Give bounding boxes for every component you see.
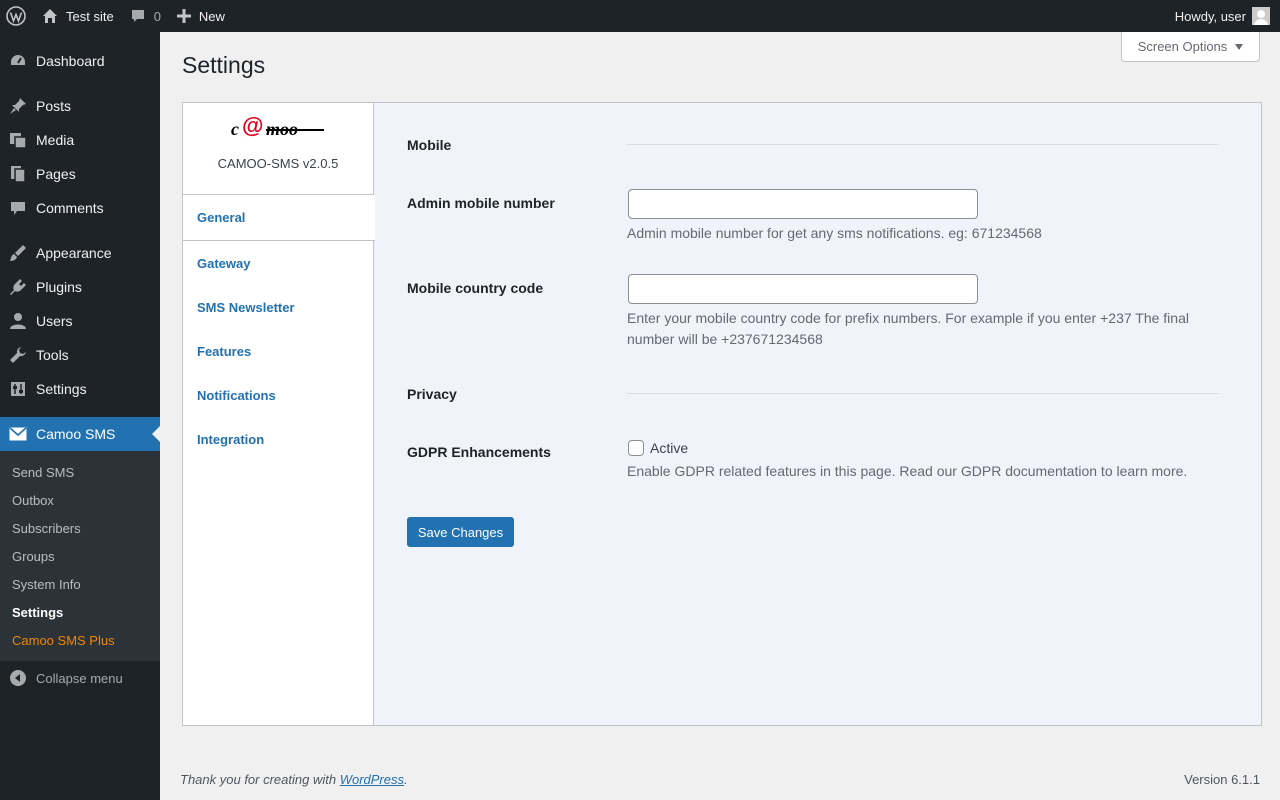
submenu-send-sms[interactable]: Send SMS bbox=[0, 458, 160, 486]
admin-mobile-description: Admin mobile number for get any sms noti… bbox=[627, 225, 1042, 241]
caret-down-icon bbox=[1235, 43, 1244, 50]
svg-text:c: c bbox=[231, 119, 239, 139]
sidebar-item-label: Tools bbox=[36, 347, 69, 363]
envelope-icon bbox=[0, 427, 36, 441]
footer-thanks: Thank you for creating with WordPress. bbox=[180, 772, 408, 787]
section-heading-privacy: Privacy bbox=[407, 386, 457, 402]
submenu-groups[interactable]: Groups bbox=[0, 542, 160, 570]
admin-sidebar: Dashboard Posts Media Pages Comments App… bbox=[0, 32, 160, 800]
section-divider bbox=[627, 393, 1219, 394]
new-label: New bbox=[198, 8, 225, 24]
submenu-system-info[interactable]: System Info bbox=[0, 570, 160, 598]
section-heading-mobile: Mobile bbox=[407, 137, 452, 153]
sidebar-item-plugins[interactable]: Plugins bbox=[0, 270, 160, 304]
tab-integration[interactable]: Integration bbox=[183, 417, 373, 461]
plugin-version: CAMOO-SMS v2.0.5 bbox=[217, 156, 339, 171]
submenu-subscribers[interactable]: Subscribers bbox=[0, 514, 160, 542]
plugin-branding: c @ moo CAMOO-SMS v2.0.5 bbox=[183, 103, 373, 195]
page-title: Settings bbox=[182, 52, 266, 78]
admin-mobile-label: Admin mobile number bbox=[407, 195, 555, 211]
screen-options-button[interactable]: Screen Options bbox=[1121, 32, 1260, 62]
country-code-description: Enter your mobile country code for prefi… bbox=[627, 310, 1189, 347]
settings-icon bbox=[0, 380, 36, 398]
section-divider bbox=[627, 144, 1219, 145]
sidebar-item-posts[interactable]: Posts bbox=[0, 89, 160, 123]
sidebar-item-label: Media bbox=[36, 132, 75, 148]
admin-mobile-input[interactable] bbox=[628, 189, 978, 219]
country-code-label: Mobile country code bbox=[407, 280, 544, 296]
tab-gateway[interactable]: Gateway bbox=[183, 241, 373, 285]
sidebar-item-label: Plugins bbox=[36, 279, 82, 295]
sidebar-item-users[interactable]: Users bbox=[0, 304, 160, 338]
sidebar-item-label: Posts bbox=[36, 98, 72, 114]
site-name: Test site bbox=[66, 8, 114, 24]
comment-icon bbox=[130, 8, 146, 24]
save-changes-button[interactable]: Save Changes bbox=[407, 517, 514, 547]
tab-features[interactable]: Features bbox=[183, 329, 373, 373]
svg-text:@: @ bbox=[242, 117, 263, 138]
footer-thanks-suffix: . bbox=[404, 772, 408, 787]
gdpr-checkbox[interactable] bbox=[628, 440, 644, 456]
avatar bbox=[1252, 7, 1270, 25]
submenu-settings[interactable]: Settings bbox=[0, 598, 160, 626]
screen-options-label: Screen Options bbox=[1137, 39, 1228, 54]
footer-thanks-prefix: Thank you for creating with bbox=[180, 772, 340, 787]
sidebar-item-pages[interactable]: Pages bbox=[0, 157, 160, 191]
sidebar-item-comments[interactable]: Comments bbox=[0, 191, 160, 225]
brush-icon bbox=[0, 244, 36, 262]
pages-icon bbox=[0, 165, 36, 183]
sidebar-item-label: Dashboard bbox=[36, 53, 105, 69]
footer-version: Version 6.1.1 bbox=[1184, 772, 1260, 787]
settings-tabs: c @ moo CAMOO-SMS v2.0.5 General Gateway… bbox=[183, 103, 375, 725]
wordpress-logo-icon[interactable] bbox=[0, 0, 34, 32]
new-content-link[interactable]: New bbox=[169, 0, 233, 32]
submenu-outbox[interactable]: Outbox bbox=[0, 486, 160, 514]
sidebar-item-label: Settings bbox=[36, 381, 87, 397]
my-account-link[interactable]: Howdy, user bbox=[1167, 0, 1280, 32]
submenu-camoo-sms-plus[interactable]: Camoo SMS Plus bbox=[0, 626, 160, 654]
camoo-sms-submenu: Send SMS Outbox Subscribers Groups Syste… bbox=[0, 451, 160, 661]
comment-icon bbox=[0, 199, 36, 217]
sidebar-item-tools[interactable]: Tools bbox=[0, 338, 160, 372]
sidebar-item-media[interactable]: Media bbox=[0, 123, 160, 157]
sidebar-item-settings[interactable]: Settings bbox=[0, 372, 160, 406]
collapse-arrow-icon bbox=[0, 669, 36, 687]
gdpr-label: GDPR Enhancements bbox=[407, 444, 551, 460]
pin-icon bbox=[0, 97, 36, 115]
wordpress-link[interactable]: WordPress bbox=[340, 772, 404, 787]
media-icon bbox=[0, 131, 36, 149]
tab-sms-newsletter[interactable]: SMS Newsletter bbox=[183, 285, 373, 329]
camoo-logo: c @ moo bbox=[230, 113, 326, 142]
sidebar-item-label: Appearance bbox=[36, 245, 112, 261]
gdpr-description: Enable GDPR related features in this pag… bbox=[627, 463, 1188, 479]
plus-icon bbox=[176, 9, 191, 23]
country-code-input[interactable] bbox=[628, 274, 978, 304]
comments-count: 0 bbox=[153, 8, 161, 24]
user-icon bbox=[0, 312, 36, 330]
tab-general[interactable]: General bbox=[183, 195, 375, 241]
sidebar-item-label: Users bbox=[36, 313, 73, 329]
tab-notifications[interactable]: Notifications bbox=[183, 373, 373, 417]
collapse-menu-label: Collapse menu bbox=[36, 670, 123, 686]
home-icon bbox=[42, 8, 58, 24]
sidebar-item-label: Comments bbox=[36, 200, 104, 216]
collapse-menu-button[interactable]: Collapse menu bbox=[0, 661, 160, 695]
sidebar-item-appearance[interactable]: Appearance bbox=[0, 236, 160, 270]
wrench-icon bbox=[0, 346, 36, 364]
comments-link[interactable]: 0 bbox=[122, 0, 169, 32]
sidebar-item-camoo-sms[interactable]: Camoo SMS bbox=[0, 417, 160, 451]
sidebar-item-label: Camoo SMS bbox=[36, 426, 116, 442]
admin-bar: Test site 0 New Howdy, user bbox=[0, 0, 1280, 32]
sidebar-item-dashboard[interactable]: Dashboard bbox=[0, 44, 160, 78]
howdy-text: Howdy, user bbox=[1174, 8, 1246, 24]
gdpr-checkbox-label[interactable]: Active bbox=[650, 440, 688, 456]
sidebar-item-label: Pages bbox=[36, 166, 76, 182]
dashboard-icon bbox=[0, 52, 36, 70]
plugin-icon bbox=[0, 278, 36, 296]
site-name-link[interactable]: Test site bbox=[34, 0, 122, 32]
settings-panel: c @ moo CAMOO-SMS v2.0.5 General Gateway… bbox=[182, 102, 1262, 726]
